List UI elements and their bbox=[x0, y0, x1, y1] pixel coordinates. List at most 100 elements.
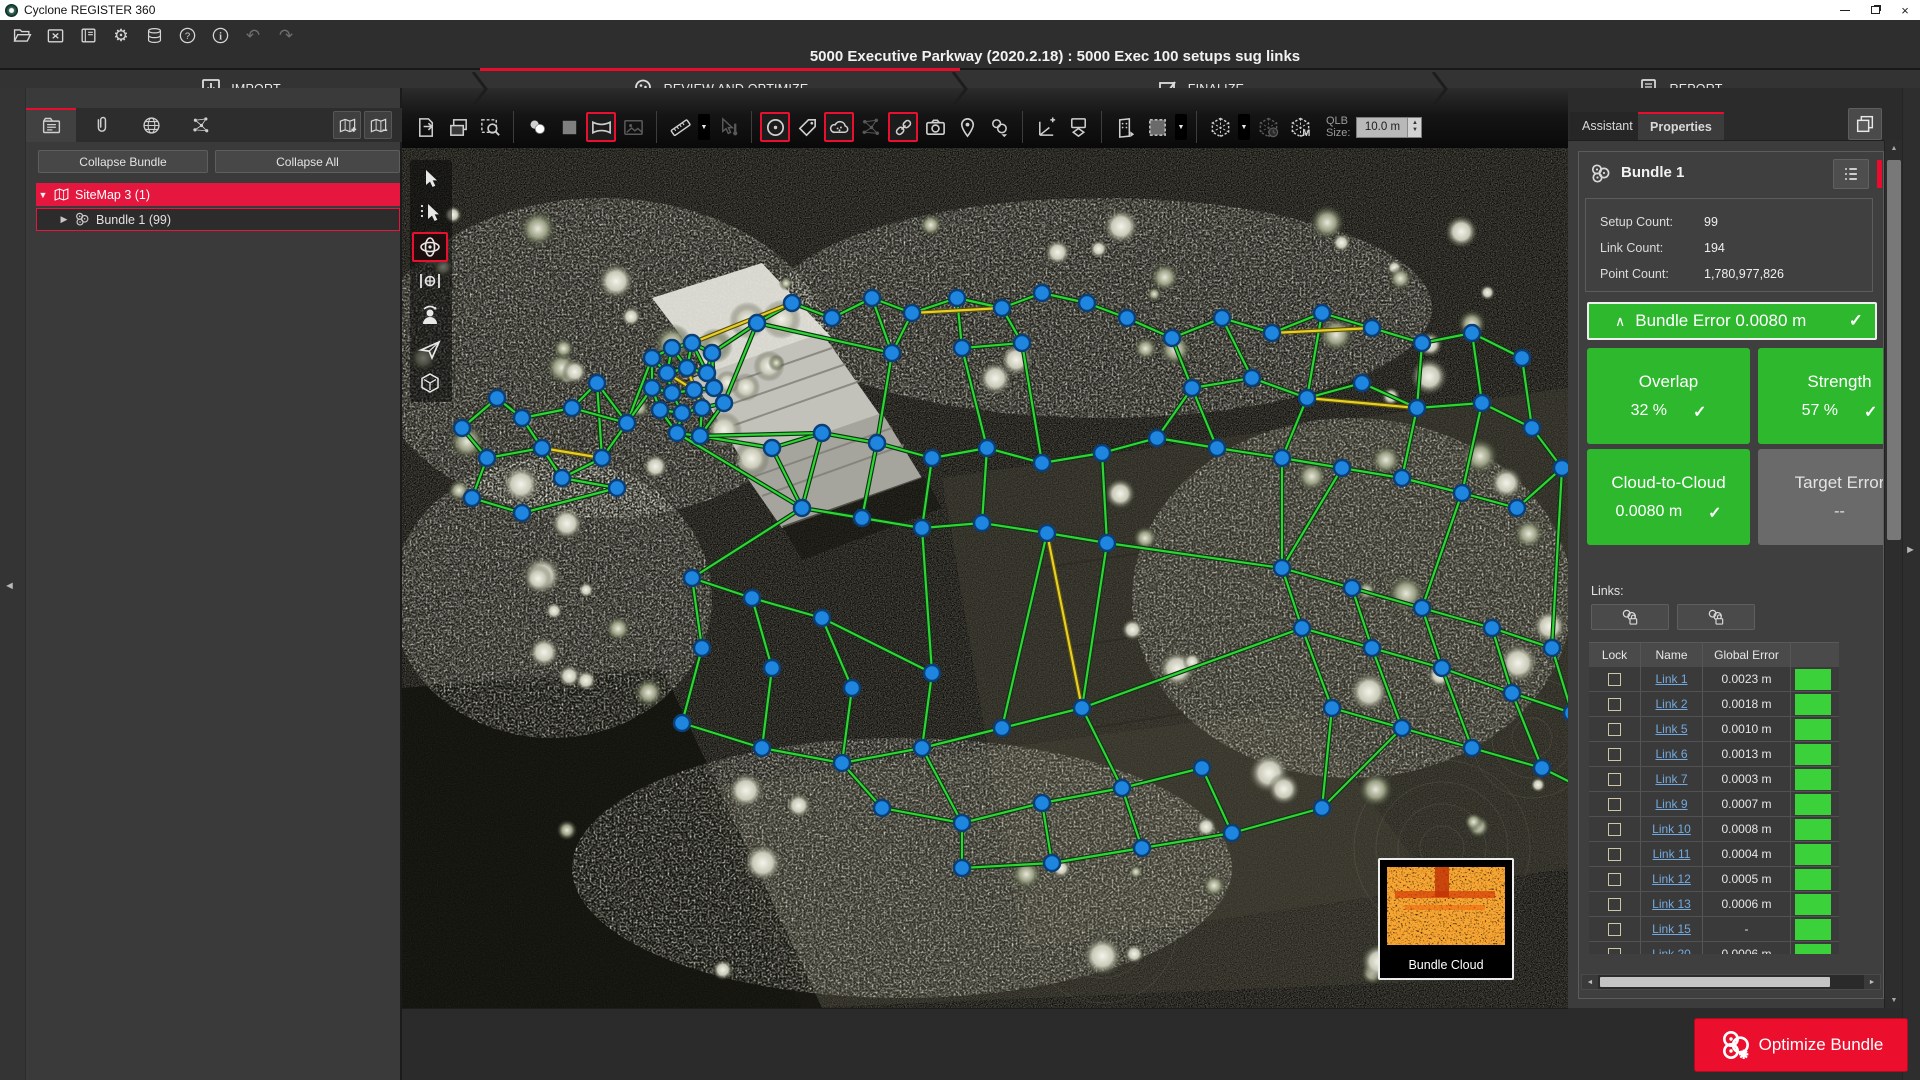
measure-button[interactable] bbox=[665, 112, 695, 142]
sitemap-view-button[interactable] bbox=[1063, 112, 1093, 142]
setup-node[interactable] bbox=[684, 335, 700, 351]
setup-node[interactable] bbox=[1474, 395, 1490, 411]
pan-tool-button[interactable] bbox=[412, 266, 448, 296]
solid-view-button[interactable] bbox=[554, 112, 584, 142]
setup-node[interactable] bbox=[692, 428, 708, 444]
lock-checkbox[interactable] bbox=[1608, 748, 1621, 761]
setup-node[interactable] bbox=[914, 740, 930, 756]
setup-node[interactable] bbox=[1434, 660, 1450, 676]
expand-right-panel-arrow[interactable]: ► bbox=[1905, 544, 1916, 556]
setup-node[interactable] bbox=[869, 435, 885, 451]
setup-node[interactable] bbox=[534, 440, 550, 456]
scrollbar-thumb[interactable] bbox=[1887, 160, 1901, 540]
setup-node[interactable] bbox=[749, 315, 765, 331]
setup-node[interactable] bbox=[644, 380, 660, 396]
optimize-bundle-button[interactable]: Optimize Bundle bbox=[1694, 1018, 1908, 1072]
setup-node[interactable] bbox=[554, 470, 570, 486]
lock-checkbox[interactable] bbox=[1608, 948, 1621, 955]
about-button[interactable] bbox=[208, 23, 232, 47]
setup-node[interactable] bbox=[1014, 335, 1030, 351]
panel-vertical-scrollbar[interactable]: ▲ ▼ bbox=[1884, 140, 1902, 1008]
setup-node[interactable] bbox=[652, 402, 668, 418]
limit-box-button[interactable] bbox=[1205, 112, 1235, 142]
link-name-link[interactable]: Link 7 bbox=[1655, 772, 1687, 786]
setup-node[interactable] bbox=[824, 310, 840, 326]
setup-node[interactable] bbox=[854, 510, 870, 526]
setup-node[interactable] bbox=[1194, 760, 1210, 776]
limit-box-dropdown[interactable]: ▼ bbox=[1238, 114, 1250, 140]
setup-node[interactable] bbox=[1314, 800, 1330, 816]
setup-node[interactable] bbox=[514, 410, 530, 426]
setup-node[interactable] bbox=[1454, 485, 1470, 501]
setup-node[interactable] bbox=[994, 300, 1010, 316]
setup-node[interactable] bbox=[464, 490, 480, 506]
setup-node[interactable] bbox=[1514, 350, 1530, 366]
setup-node[interactable] bbox=[954, 340, 970, 356]
show-setups-button[interactable] bbox=[824, 112, 854, 142]
caret-down-icon[interactable]: ▼ bbox=[36, 190, 50, 200]
close-button[interactable]: × bbox=[1890, 0, 1920, 20]
setup-node[interactable] bbox=[814, 610, 830, 626]
tab-assistant[interactable]: Assistant bbox=[1570, 112, 1645, 140]
setup-node[interactable] bbox=[716, 395, 732, 411]
lock-checkbox[interactable] bbox=[1608, 923, 1621, 936]
setup-node[interactable] bbox=[1484, 620, 1500, 636]
setup-positions-button[interactable] bbox=[984, 112, 1014, 142]
add-coordinate-button[interactable] bbox=[1031, 112, 1061, 142]
setup-node[interactable] bbox=[764, 440, 780, 456]
setup-node[interactable] bbox=[1334, 460, 1350, 476]
setup-node[interactable] bbox=[1134, 840, 1150, 856]
show-links-button[interactable] bbox=[888, 112, 918, 142]
lock-checkbox[interactable] bbox=[1608, 898, 1621, 911]
setup-node[interactable] bbox=[814, 425, 830, 441]
setup-node[interactable] bbox=[1274, 450, 1290, 466]
setup-node[interactable] bbox=[644, 350, 660, 366]
setup-node[interactable] bbox=[834, 755, 850, 771]
caret-right-icon[interactable]: ▶ bbox=[57, 214, 71, 225]
setup-node[interactable] bbox=[1264, 325, 1280, 341]
setup-node[interactable] bbox=[1044, 855, 1060, 871]
setup-node[interactable] bbox=[1164, 330, 1180, 346]
project-manager-button[interactable] bbox=[76, 23, 100, 47]
setup-node[interactable] bbox=[914, 520, 930, 536]
metric-tile-strength[interactable]: Strength 57 %✓ bbox=[1758, 348, 1884, 444]
setup-node[interactable] bbox=[1464, 325, 1480, 341]
setup-node[interactable] bbox=[1544, 640, 1560, 656]
link-name-link[interactable]: Link 5 bbox=[1655, 722, 1687, 736]
scroll-down-arrow[interactable]: ▼ bbox=[1885, 992, 1903, 1008]
select-tool-button[interactable] bbox=[412, 164, 448, 194]
setup-node[interactable] bbox=[1244, 370, 1260, 386]
setup-node[interactable] bbox=[1554, 460, 1568, 476]
export-sitemap-button[interactable] bbox=[411, 112, 441, 142]
show-network-button[interactable] bbox=[856, 112, 886, 142]
lock-checkbox[interactable] bbox=[1608, 798, 1621, 811]
setup-node[interactable] bbox=[1354, 375, 1370, 391]
setup-node[interactable] bbox=[1119, 310, 1135, 326]
scroll-left-arrow[interactable]: ◄ bbox=[1582, 975, 1598, 989]
setup-node[interactable] bbox=[1184, 380, 1200, 396]
setup-node[interactable] bbox=[564, 400, 580, 416]
setup-node[interactable] bbox=[1364, 640, 1380, 656]
lock-checkbox[interactable] bbox=[1608, 723, 1621, 736]
fly-tool-button[interactable] bbox=[412, 334, 448, 364]
redo-button[interactable]: ↷ bbox=[274, 23, 298, 47]
setup-node[interactable] bbox=[1394, 720, 1410, 736]
tab-geotags[interactable] bbox=[126, 108, 176, 142]
setup-node[interactable] bbox=[1409, 400, 1425, 416]
setup-node[interactable] bbox=[1079, 295, 1095, 311]
setup-node[interactable] bbox=[619, 415, 635, 431]
setup-node[interactable] bbox=[1414, 335, 1430, 351]
tree-item-bundle[interactable]: ▶ Bundle 1 (99) bbox=[36, 208, 400, 231]
setup-node[interactable] bbox=[949, 290, 965, 306]
tab-attachments[interactable] bbox=[76, 108, 126, 142]
setup-node[interactable] bbox=[954, 815, 970, 831]
setup-node[interactable] bbox=[864, 290, 880, 306]
selection-dropdown[interactable]: ▼ bbox=[1175, 114, 1187, 140]
image-view-button[interactable] bbox=[618, 112, 648, 142]
setup-node[interactable] bbox=[1394, 470, 1410, 486]
maximize-button[interactable] bbox=[1860, 0, 1890, 20]
snapshot-button[interactable] bbox=[920, 112, 950, 142]
setup-node[interactable] bbox=[609, 480, 625, 496]
building-slice-button[interactable] bbox=[1110, 112, 1140, 142]
tab-properties[interactable]: Properties bbox=[1638, 112, 1724, 140]
